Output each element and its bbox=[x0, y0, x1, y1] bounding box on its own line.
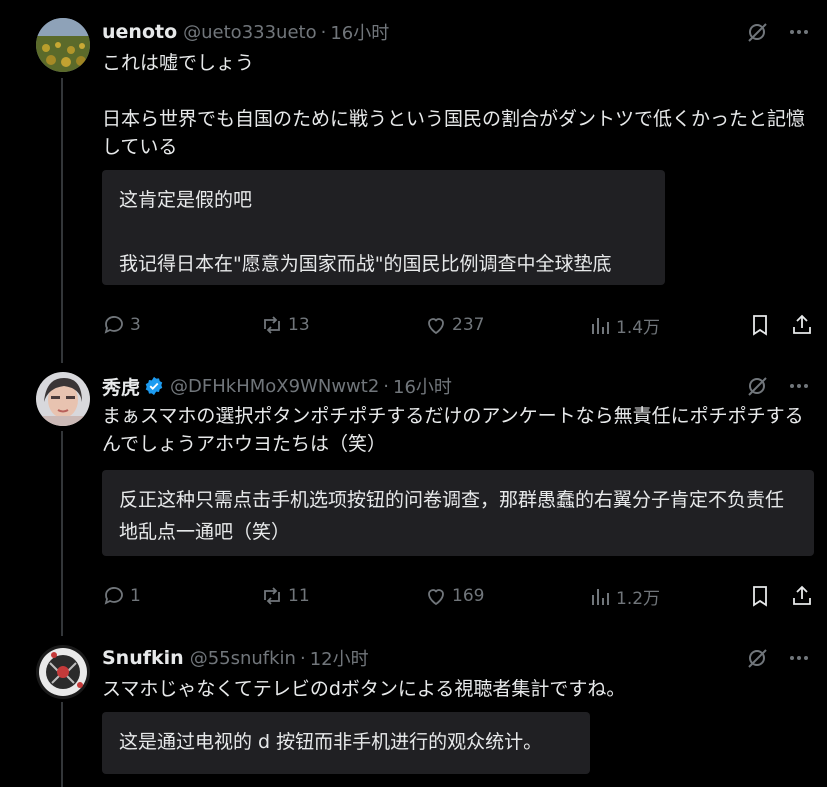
tweet-text: まぁスマホの選択ポタンポチポチするだけのアンケートなら無責任にポチポチするんでし… bbox=[102, 405, 804, 455]
avatar[interactable] bbox=[36, 372, 90, 426]
tweet[interactable]: 秀虎 @DFHkHMoX9WNwwt2 · 16小时 まぁスマホの選択ポタンポチ… bbox=[0, 360, 827, 635]
user-handle[interactable]: @55snufkin bbox=[190, 648, 296, 669]
timestamp[interactable]: 16小时 bbox=[330, 19, 389, 45]
tweet[interactable]: Snufkin @55snufkin · 12小时 スマホじゃなくてテレビのdボ… bbox=[0, 635, 827, 787]
like-icon bbox=[428, 318, 444, 335]
share-icon bbox=[793, 314, 811, 334]
retweet-icon bbox=[264, 316, 280, 334]
share-button[interactable] bbox=[790, 584, 818, 608]
like-count: 169 bbox=[452, 586, 485, 606]
verified-badge-icon bbox=[145, 376, 163, 396]
share-button[interactable] bbox=[790, 313, 818, 337]
retweet-button[interactable]: 11 bbox=[260, 584, 310, 608]
tweet-top-actions bbox=[745, 20, 811, 44]
retweet-icon bbox=[264, 587, 280, 605]
reply-icon bbox=[104, 587, 123, 605]
retweet-button[interactable]: 13 bbox=[260, 313, 310, 337]
bookmark-button[interactable] bbox=[748, 313, 776, 337]
reply-button[interactable]: 3 bbox=[102, 313, 141, 337]
display-name[interactable]: uenoto bbox=[102, 21, 177, 43]
separator: · bbox=[320, 21, 327, 43]
like-count: 237 bbox=[452, 315, 485, 335]
avatar[interactable] bbox=[36, 18, 90, 72]
tweet-text: これは嘘でしょう 日本ら世界でも自国のために戦うという国民の割合がダントツで低く… bbox=[102, 52, 806, 158]
views-icon bbox=[592, 588, 609, 605]
separator: · bbox=[383, 375, 389, 397]
tweet-actions: 1 11 169 1.2万 bbox=[102, 584, 812, 614]
display-name[interactable]: Snufkin bbox=[102, 647, 184, 669]
bookmark-button[interactable] bbox=[748, 584, 776, 608]
translation-box: 这肯定是假的吧 我记得日本在"愿意为国家而战"的国民比例调查中全球垫底 bbox=[102, 170, 665, 285]
like-button[interactable]: 169 bbox=[424, 584, 484, 608]
tweet-top-actions bbox=[745, 646, 811, 670]
grok-icon[interactable] bbox=[745, 374, 769, 398]
avatar[interactable] bbox=[36, 645, 90, 699]
reply-count: 3 bbox=[130, 315, 141, 335]
tweet-header: 秀虎 @DFHkHMoX9WNwwt2 · 16小时 bbox=[102, 372, 452, 400]
views-button[interactable]: 1.4万 bbox=[588, 313, 660, 338]
reply-icon bbox=[104, 316, 123, 334]
share-icon bbox=[793, 585, 811, 605]
views-count: 1.4万 bbox=[616, 318, 661, 338]
tweet-top-actions bbox=[745, 374, 811, 398]
views-icon bbox=[592, 317, 609, 334]
timestamp[interactable]: 16小时 bbox=[393, 373, 452, 399]
grok-icon[interactable] bbox=[745, 646, 769, 670]
display-name[interactable]: 秀虎 bbox=[102, 373, 140, 400]
views-count: 1.2万 bbox=[616, 589, 661, 609]
retweet-count: 13 bbox=[288, 315, 310, 335]
retweet-count: 11 bbox=[288, 586, 310, 606]
like-button[interactable]: 237 bbox=[424, 313, 484, 337]
tweet-actions: 3 13 237 1.4万 bbox=[102, 313, 812, 343]
grok-icon[interactable] bbox=[745, 20, 769, 44]
tweet[interactable]: uenoto @ueto333ueto · 16小时 これは嘘でしょう 日本ら世… bbox=[0, 0, 827, 360]
like-icon bbox=[428, 589, 444, 606]
reply-button[interactable]: 1 bbox=[102, 584, 141, 608]
more-icon[interactable] bbox=[787, 646, 811, 670]
separator: · bbox=[299, 647, 306, 669]
user-handle[interactable]: @DFHkHMoX9WNwwt2 bbox=[170, 376, 379, 397]
views-button[interactable]: 1.2万 bbox=[588, 584, 660, 609]
tweet-header: uenoto @ueto333ueto · 16小时 bbox=[102, 18, 389, 46]
bookmark-icon bbox=[753, 586, 767, 607]
translation-box: 反正这种只需点击手机选项按钮的问卷调查，那群愚蠢的右翼分子肯定不负责任地乱点一通… bbox=[102, 470, 814, 556]
user-handle[interactable]: @ueto333ueto bbox=[183, 22, 316, 43]
timestamp[interactable]: 12小时 bbox=[310, 645, 369, 671]
tweet-text: スマホじゃなくてテレビのdボタンによる視聴者集計ですね。 bbox=[102, 678, 626, 700]
bookmark-icon bbox=[753, 315, 767, 336]
translation-box: 这是通过电视的 d 按钮而非手机进行的观众统计。 bbox=[102, 712, 590, 774]
tweet-header: Snufkin @55snufkin · 12小时 bbox=[102, 644, 369, 672]
reply-count: 1 bbox=[130, 586, 141, 606]
more-icon[interactable] bbox=[787, 20, 811, 44]
more-icon[interactable] bbox=[787, 374, 811, 398]
